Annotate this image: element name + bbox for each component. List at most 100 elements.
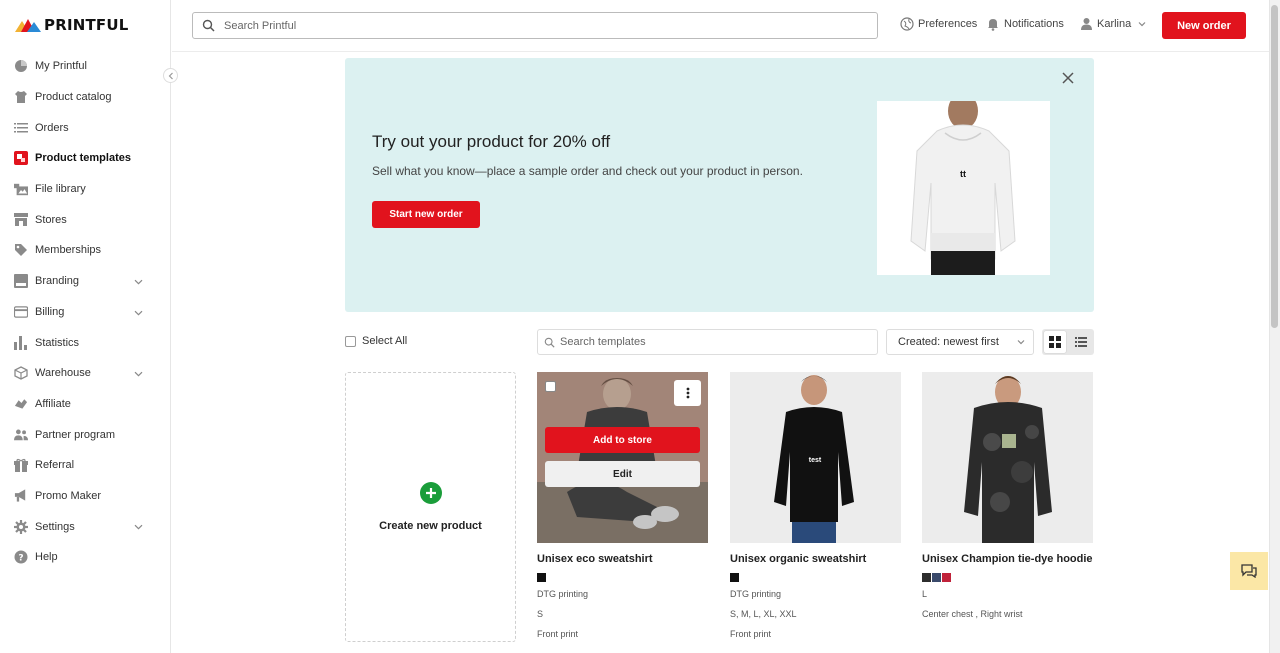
chat-button[interactable] bbox=[1230, 552, 1268, 590]
select-all-box[interactable] bbox=[345, 335, 356, 347]
template-sizes: S, M, L, XL, XXL bbox=[730, 609, 797, 619]
more-options-button[interactable] bbox=[674, 380, 701, 406]
sweatshirt-print-text: test bbox=[809, 457, 822, 464]
sidebar-item-promo-maker[interactable]: Promo Maker bbox=[0, 481, 171, 512]
edit-template-button[interactable]: Edit bbox=[545, 461, 700, 487]
gear-icon bbox=[14, 519, 28, 534]
list-icon bbox=[14, 121, 28, 135]
tag-icon bbox=[14, 243, 28, 257]
sort-select[interactable]: Created: newest first bbox=[886, 329, 1034, 355]
list-view-button[interactable] bbox=[1070, 331, 1092, 353]
megaphone-icon bbox=[14, 489, 28, 503]
template-placement: Front print bbox=[730, 629, 772, 639]
handshake-icon bbox=[14, 397, 28, 411]
collapse-sidebar-button[interactable] bbox=[163, 68, 178, 83]
tshirt-icon bbox=[14, 90, 28, 104]
chevron-down-icon[interactable] bbox=[134, 521, 143, 533]
color-swatches bbox=[730, 573, 901, 582]
pie-chart-icon bbox=[14, 59, 28, 73]
sidebar: PRINTFUL My Printful Product catalog Order… bbox=[0, 0, 178, 653]
template-search-placeholder: Search templates bbox=[560, 336, 646, 348]
select-all-checkbox[interactable]: Select All bbox=[345, 335, 407, 347]
template-card[interactable]: Unisex Champion tie-dye hoodie L Center … bbox=[922, 372, 1093, 624]
sidebar-item-affiliate[interactable]: Affiliate bbox=[0, 389, 171, 420]
sidebar-item-branding[interactable]: Branding bbox=[0, 266, 171, 297]
close-banner-button[interactable] bbox=[1062, 72, 1076, 86]
scrollbar-thumb[interactable] bbox=[1271, 5, 1278, 328]
bar-chart-icon bbox=[14, 335, 28, 350]
sidebar-item-file-library[interactable]: File library bbox=[0, 174, 171, 205]
gift-icon bbox=[14, 458, 28, 473]
grid-view-button[interactable] bbox=[1044, 331, 1066, 353]
templates-icon bbox=[14, 151, 28, 166]
hoodie-model-image: tt bbox=[877, 101, 1050, 275]
create-new-product-card[interactable]: Create new product bbox=[345, 372, 516, 642]
sidebar-item-warehouse[interactable]: Warehouse bbox=[0, 358, 171, 389]
chevron-down-icon[interactable] bbox=[134, 368, 143, 380]
search-icon bbox=[202, 19, 215, 32]
preferences-link[interactable]: Preferences bbox=[900, 17, 977, 31]
bell-icon bbox=[988, 19, 998, 31]
store-icon bbox=[14, 213, 28, 227]
printful-logo-icon bbox=[15, 19, 41, 32]
sidebar-item-partner-program[interactable]: Partner program bbox=[0, 419, 171, 450]
printful-logo[interactable]: PRINTFUL bbox=[15, 16, 129, 34]
template-size: L bbox=[922, 589, 928, 599]
notifications-label: Notifications bbox=[1004, 18, 1064, 30]
sidebar-item-statistics[interactable]: Statistics bbox=[0, 327, 171, 358]
template-technique: DTG printing bbox=[537, 589, 589, 599]
close-icon bbox=[1062, 72, 1074, 84]
color-swatch bbox=[730, 573, 739, 582]
sidebar-item-label: Referral bbox=[35, 459, 75, 472]
sidebar-item-my-printful[interactable]: My Printful bbox=[0, 51, 171, 82]
create-new-product-label: Create new product bbox=[379, 520, 482, 532]
plus-icon bbox=[420, 482, 442, 504]
sidebar-item-label: Stores bbox=[35, 213, 67, 226]
sidebar-item-help[interactable]: ? Help bbox=[0, 542, 171, 573]
sidebar-item-label: Affiliate bbox=[35, 397, 71, 410]
top-bar: Search Printful Preferences Notification… bbox=[172, 0, 1269, 52]
template-card[interactable]: Add to store Edit Unisex eco sweatshirt … bbox=[537, 372, 708, 644]
sidebar-item-product-catalog[interactable]: Product catalog bbox=[0, 82, 171, 113]
notifications-link[interactable]: Notifications bbox=[986, 17, 1064, 31]
template-search-input[interactable]: Search templates bbox=[537, 329, 878, 355]
new-order-button[interactable]: New order bbox=[1162, 12, 1246, 39]
template-placement: Front print bbox=[537, 629, 579, 639]
sidebar-item-billing[interactable]: Billing bbox=[0, 297, 171, 328]
sidebar-item-memberships[interactable]: Memberships bbox=[0, 235, 171, 266]
color-swatches bbox=[537, 573, 708, 582]
template-checkbox[interactable] bbox=[545, 381, 556, 392]
template-placement: Center chest , Right wrist bbox=[922, 609, 1023, 619]
sidebar-item-label: Product catalog bbox=[35, 91, 112, 104]
preferences-label: Preferences bbox=[918, 18, 978, 30]
hoodie-print-text: tt bbox=[960, 169, 966, 179]
sidebar-item-settings[interactable]: Settings bbox=[0, 511, 171, 542]
select-all-label: Select All bbox=[362, 335, 408, 347]
chevron-down-icon[interactable] bbox=[134, 276, 143, 288]
sidebar-item-label: Billing bbox=[35, 305, 65, 318]
sidebar-item-orders[interactable]: Orders bbox=[0, 112, 171, 143]
sidebar-item-label: Statistics bbox=[35, 336, 80, 349]
template-card[interactable]: test Unisex organic sweatshirt DTG print… bbox=[730, 372, 901, 644]
chevron-down-icon[interactable] bbox=[134, 307, 143, 319]
logo-text: PRINTFUL bbox=[44, 16, 129, 34]
sidebar-item-referral[interactable]: Referral bbox=[0, 450, 171, 481]
sidebar-item-stores[interactable]: Stores bbox=[0, 204, 171, 235]
sidebar-item-label: Branding bbox=[35, 275, 80, 288]
add-to-store-button[interactable]: Add to store bbox=[545, 427, 700, 453]
user-menu[interactable]: Karlina bbox=[1080, 17, 1146, 30]
global-search-input[interactable]: Search Printful bbox=[192, 12, 878, 39]
start-new-order-button[interactable]: Start new order bbox=[372, 201, 480, 228]
template-name: Unisex eco sweatshirt bbox=[537, 553, 653, 565]
sidebar-item-label: Promo Maker bbox=[35, 489, 102, 502]
list-view-icon bbox=[1075, 337, 1087, 347]
view-toggle bbox=[1042, 329, 1094, 355]
sidebar-item-label: Partner program bbox=[35, 428, 116, 441]
sidebar-item-label: Warehouse bbox=[35, 367, 91, 380]
global-search-placeholder: Search Printful bbox=[224, 19, 297, 32]
kebab-menu-icon bbox=[686, 387, 689, 399]
sidebar-nav: My Printful Product catalog Orders Product … bbox=[0, 51, 171, 573]
box-icon bbox=[14, 366, 28, 380]
page-scrollbar[interactable] bbox=[1269, 0, 1280, 653]
sidebar-item-product-templates[interactable]: Product templates bbox=[0, 143, 171, 174]
